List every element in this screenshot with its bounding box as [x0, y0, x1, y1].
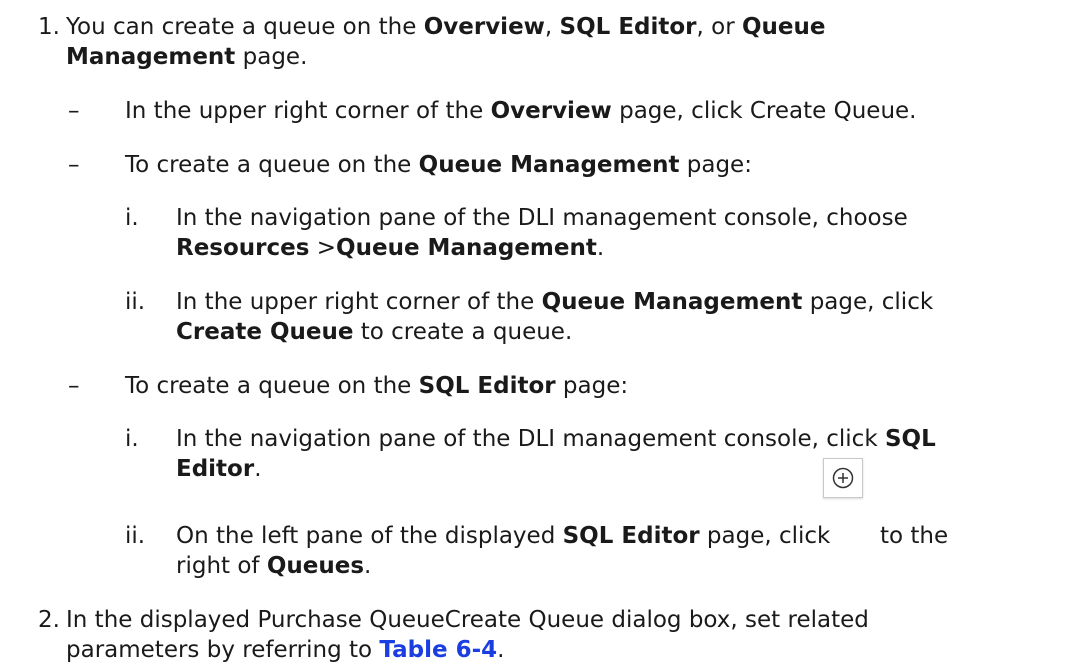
document-page: 1. You can create a queue on the Overvie…: [0, 0, 1066, 666]
bullet-overview: In the upper right corner of the Overvie…: [125, 98, 917, 124]
step-2-number: 2.: [38, 607, 60, 633]
step-1-line-2: Management page.: [66, 44, 308, 70]
sub-step-i-line-1: In the navigation pane of the DLI manage…: [176, 426, 936, 452]
sub-step-i-line-2: Editor.: [176, 456, 262, 482]
sub-step-ii-line-1a: On the left pane of the displayed SQL Ed…: [176, 523, 831, 549]
sub-step-i-line-1: In the navigation pane of the DLI manage…: [176, 205, 908, 231]
bullet-sql-editor: To create a queue on the SQL Editor page…: [125, 373, 629, 399]
step-1-line-1: You can create a queue on the Overview, …: [66, 14, 826, 40]
sub-step-number: i.: [125, 205, 139, 231]
bullet-dash: –: [68, 373, 80, 399]
bullet-dash: –: [68, 152, 80, 178]
step-2-line-2: parameters by referring to Table 6-4.: [66, 637, 505, 663]
plus-circle-icon: [832, 467, 854, 489]
step-2-line-1: In the displayed Purchase QueueCreate Qu…: [66, 607, 869, 633]
bullet-queue-management: To create a queue on the Queue Managemen…: [125, 152, 752, 178]
sub-step-number: i.: [125, 426, 139, 452]
sub-step-number: ii.: [125, 289, 146, 315]
sub-step-ii-line-1b: to the: [880, 523, 949, 549]
step-1-number: 1.: [38, 14, 60, 40]
add-queue-button[interactable]: [823, 458, 863, 498]
sub-step-ii-line-1: In the upper right corner of the Queue M…: [176, 289, 934, 315]
bullet-dash: –: [68, 98, 80, 124]
table-6-4-link[interactable]: Table 6-4: [379, 637, 497, 663]
sub-step-ii-line-2: right of Queues.: [176, 553, 372, 579]
sub-step-ii-line-2: Create Queue to create a queue.: [176, 319, 573, 345]
sub-step-i-line-2: Resources >Queue Management.: [176, 235, 605, 261]
sub-step-number: ii.: [125, 523, 146, 549]
